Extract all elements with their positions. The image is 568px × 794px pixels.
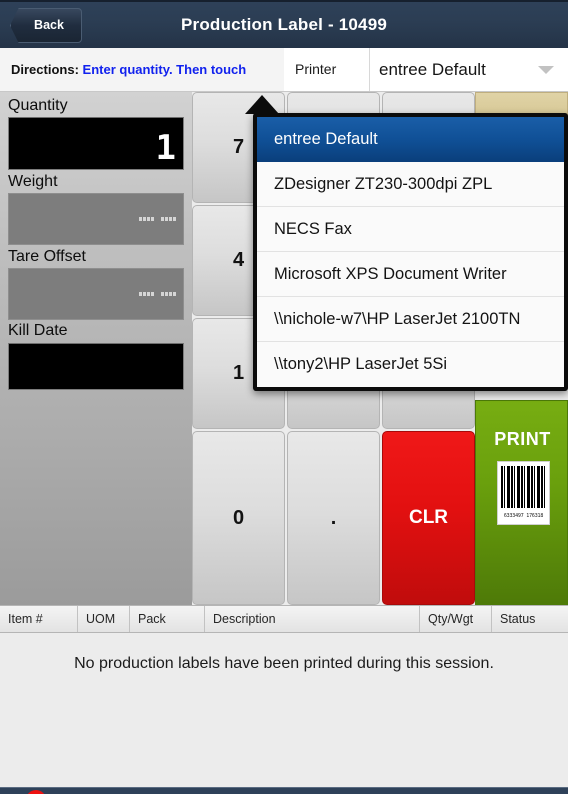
bottom-status-bar [0,787,568,794]
directions-text: Directions: Enter quantity. Then touch [0,48,284,91]
field-input-weight[interactable] [8,193,184,245]
field-label-kill-date: Kill Date [8,322,68,339]
keypad-clear-button[interactable]: CLR [382,431,475,605]
print-button[interactable]: PRINT 6333497 176318 [475,400,568,605]
column-header-description[interactable]: Description [205,606,420,632]
printer-selected-value: entree Default [379,60,486,79]
back-button[interactable]: Back [10,8,82,43]
printer-option-2[interactable]: NECS Fax [257,207,564,252]
keypad-decimal-button[interactable]: . [287,431,380,605]
field-input-quantity[interactable]: 1 [8,117,184,170]
field-input-tare-offset[interactable] [8,268,184,320]
title-bar: Production Label - 10499 Back [0,0,568,48]
printer-option-4[interactable]: \\nichole-w7\HP LaserJet 2100TN [257,297,564,342]
directions-label: Directions: [11,62,79,77]
barcode-bars [501,466,546,508]
column-header-item[interactable]: Item # [0,606,78,632]
field-placeholder [139,292,176,296]
keypad-digit-0[interactable]: 0 [192,431,285,605]
fields-panel: Quantity 1 Weight Tare Offset Kill Date [0,92,192,605]
results-table-header: Item # UOM Pack Description Qty/Wgt Status [0,605,568,633]
printer-option-3[interactable]: Microsoft XPS Document Writer [257,252,564,297]
chevron-down-icon [538,66,554,74]
field-input-kill-date[interactable] [8,343,184,390]
printer-select[interactable]: entree Default [369,48,568,91]
empty-state-message: No production labels have been printed d… [0,634,568,694]
printer-option-5[interactable]: \\tony2\HP LaserJet 5Si [257,342,564,387]
printer-dropdown-list: entree Default ZDesigner ZT230-300dpi ZPL… [253,113,568,391]
field-label-weight: Weight [8,173,58,190]
status-indicator-icon [26,790,46,794]
barcode-digits: 6333497 176318 [503,513,544,519]
directions-printer-bar: Directions: Enter quantity. Then touch P… [0,48,568,92]
printer-option-1[interactable]: ZDesigner ZT230-300dpi ZPL [257,162,564,207]
column-header-uom[interactable]: UOM [78,606,130,632]
field-value: 1 [155,128,177,168]
column-header-pack[interactable]: Pack [130,606,205,632]
page-title: Production Label - 10499 [180,15,388,34]
dropdown-pointer-icon [245,95,279,114]
barcode-icon: 6333497 176318 [497,461,550,525]
directions-instruction: Enter quantity. Then touch [82,62,247,77]
production-label-screen: Production Label - 10499 Back Directions… [0,0,568,794]
field-placeholder [139,217,176,221]
column-header-status[interactable]: Status [492,606,568,632]
field-label-tare-offset: Tare Offset [8,248,86,265]
column-header-qty-wgt[interactable]: Qty/Wgt [420,606,492,632]
printer-option-0[interactable]: entree Default [257,117,564,162]
field-label-quantity: Quantity [8,97,68,114]
print-button-label: PRINT [494,429,551,449]
printer-label: Printer [290,48,368,91]
